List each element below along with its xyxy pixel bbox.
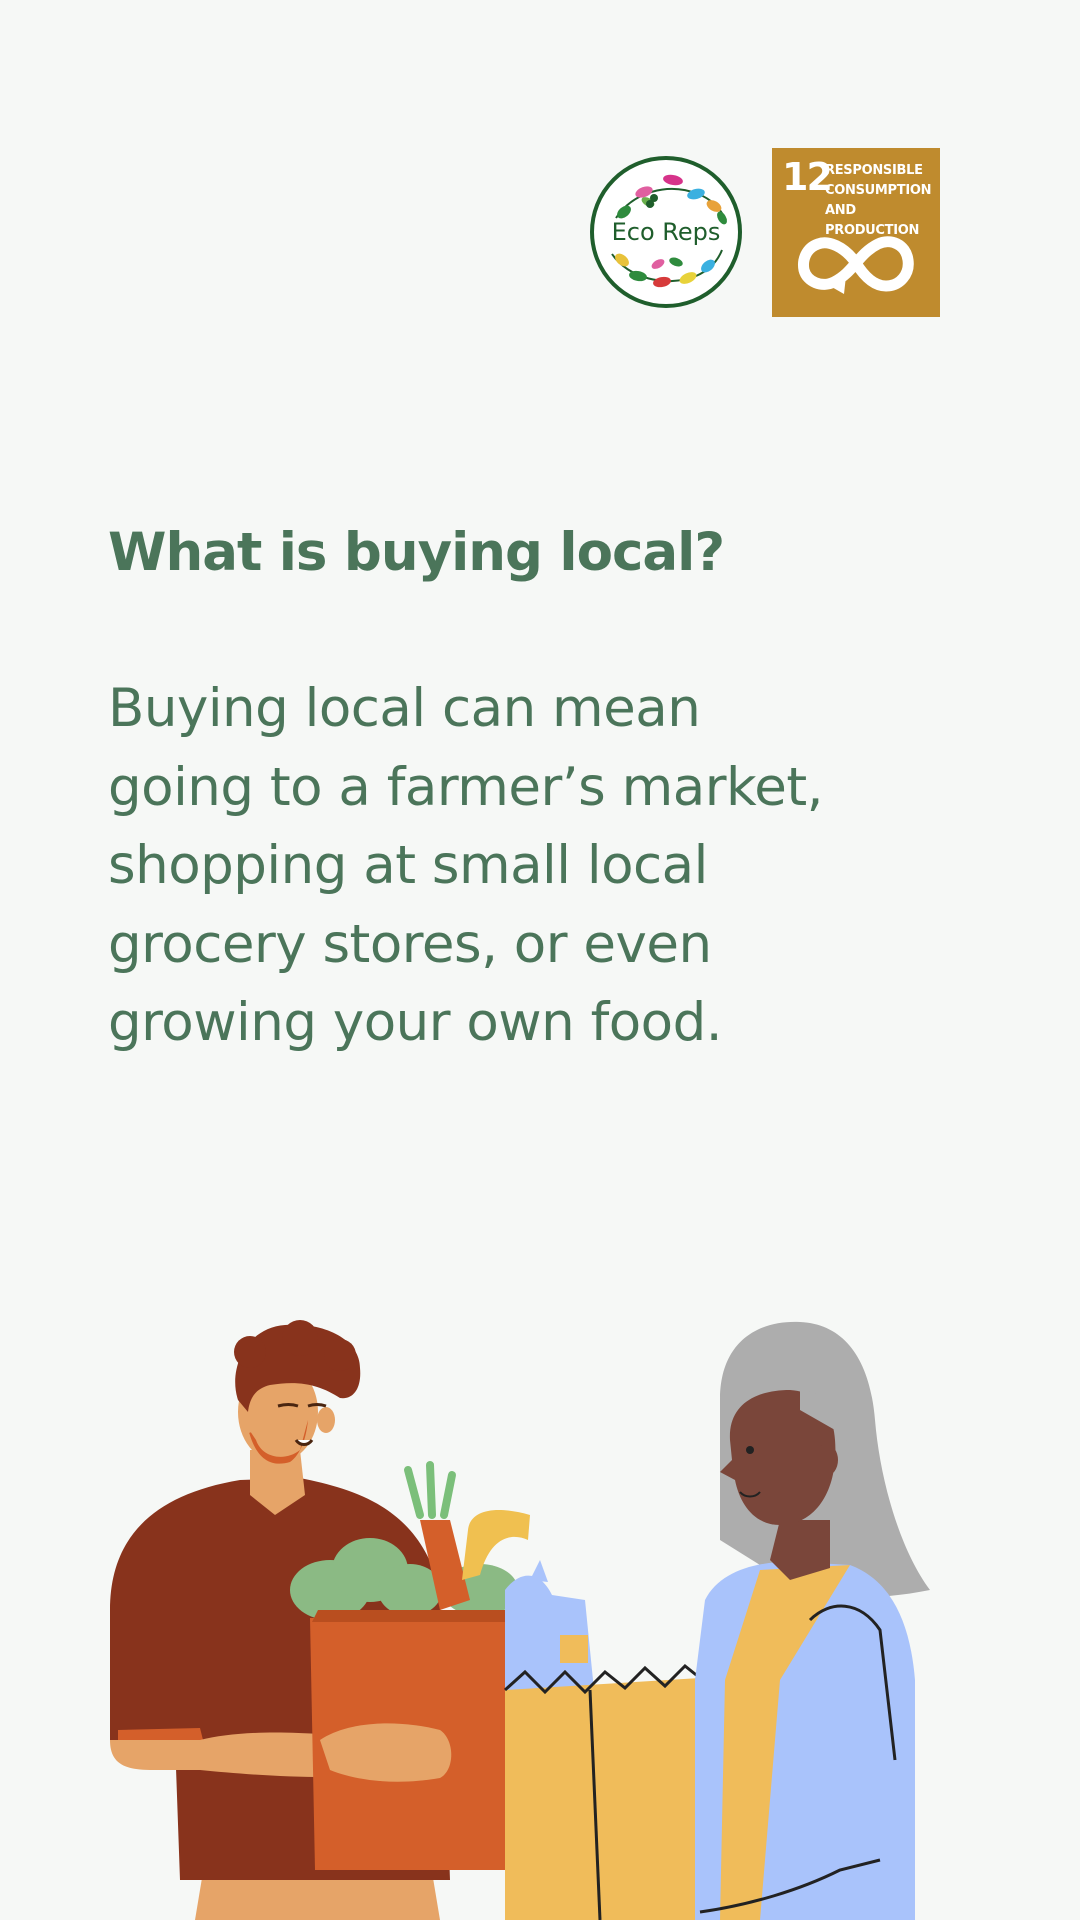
man-hand (320, 1723, 452, 1782)
woman-figure (695, 1321, 930, 1920)
eco-reps-text: Eco Reps (612, 218, 721, 246)
infinity-arrow-icon (798, 236, 914, 294)
grocery-shoppers-illustration (110, 1320, 930, 1920)
logo-row: Eco Reps 12 RESPONSIBLE CONSUMPTION AND … (588, 148, 940, 318)
body-line: going to a farmer’s market, (108, 756, 824, 818)
page-heading: What is buying local? (108, 522, 725, 583)
body-line: shopping at small local (108, 835, 708, 896)
sdg-number: 12 (782, 155, 833, 199)
sdg-12-badge: 12 RESPONSIBLE CONSUMPTION AND PRODUCTIO… (772, 148, 940, 317)
eco-reps-logo: Eco Reps (590, 156, 742, 308)
body-line: grocery stores, or even (108, 913, 712, 975)
body-line: Buying local can mean (108, 678, 701, 739)
body-paragraph: Buying local can mean going to a farmer’… (108, 670, 988, 1063)
paper-bag (503, 1560, 708, 1920)
body-line: growing your own food. (108, 992, 723, 1053)
